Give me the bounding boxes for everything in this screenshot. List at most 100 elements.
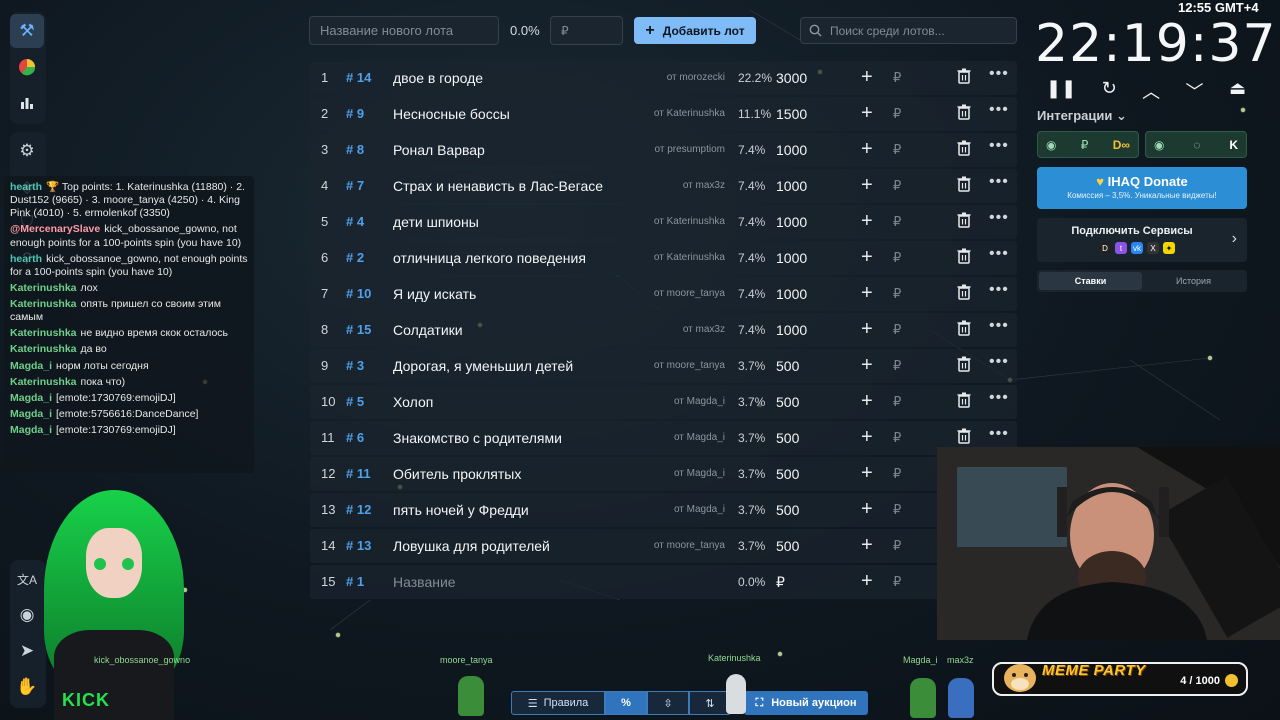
pause-icon[interactable]: ❚❚ (1046, 78, 1076, 104)
add-amount-currency[interactable]: ₽ (893, 322, 901, 338)
trash-icon[interactable] (957, 248, 971, 267)
lot-name[interactable]: Я иду искать (393, 286, 476, 302)
lot-amount[interactable]: 500 (776, 430, 799, 446)
chevron-up-icon[interactable]: ︿ (1142, 78, 1160, 104)
lot-amount[interactable]: 1000 (776, 322, 807, 338)
percent-mode-button[interactable]: % (605, 691, 647, 715)
more-options-icon[interactable]: ••• (989, 389, 1009, 407)
chat-username[interactable]: Katerinushka (10, 298, 77, 310)
chat-username[interactable]: Magda_i (10, 392, 52, 404)
add-amount-plus-icon[interactable]: + (861, 426, 873, 449)
trash-icon[interactable] (957, 140, 971, 159)
lot-amount[interactable]: 500 (776, 394, 799, 410)
more-options-icon[interactable]: ••• (989, 101, 1009, 119)
chat-username[interactable]: Katerinushka (10, 282, 77, 294)
add-amount-currency[interactable]: ₽ (893, 394, 901, 410)
add-amount-plus-icon[interactable]: + (861, 210, 873, 233)
lot-name[interactable]: отличница легкого поведения (393, 250, 586, 266)
add-amount-plus-icon[interactable]: + (861, 498, 873, 521)
chat-username[interactable]: Magda_i (10, 360, 52, 372)
lot-name[interactable]: Название (393, 574, 456, 590)
chat-username[interactable]: hearth (10, 181, 42, 193)
add-amount-plus-icon[interactable]: + (861, 174, 873, 197)
trash-icon[interactable] (957, 356, 971, 375)
more-options-icon[interactable]: ••• (989, 209, 1009, 227)
more-options-icon[interactable]: ••• (989, 245, 1009, 263)
add-amount-plus-icon[interactable]: + (861, 246, 873, 269)
add-amount-currency[interactable]: ₽ (893, 70, 901, 86)
lot-amount[interactable]: 1000 (776, 178, 807, 194)
add-amount-currency[interactable]: ₽ (893, 430, 901, 446)
add-amount-currency[interactable]: ₽ (893, 466, 901, 482)
add-amount-plus-icon[interactable]: + (861, 570, 873, 593)
chat-username[interactable]: Katerinushka (10, 343, 77, 355)
eject-icon[interactable]: ⏏ (1229, 78, 1246, 104)
add-amount-currency[interactable]: ₽ (893, 106, 901, 122)
add-amount-currency[interactable]: ₽ (893, 142, 901, 158)
integration-card-1[interactable]: ◉ ₽ D∞ (1037, 131, 1139, 158)
chat-username[interactable]: hearth (10, 253, 42, 265)
trash-icon[interactable] (957, 68, 971, 87)
trash-icon[interactable] (957, 392, 971, 411)
ihaq-donate-card[interactable]: ♥ IHAQ Donate Комиссия – 3,5%. Уникальны… (1037, 167, 1247, 209)
sort-icon[interactable]: ⇅ (689, 691, 731, 715)
integration-card-2[interactable]: ◉ ◌ K (1145, 131, 1247, 158)
add-amount-currency[interactable]: ₽ (893, 250, 901, 266)
tab-bids[interactable]: Ставки (1039, 272, 1142, 290)
add-amount-plus-icon[interactable]: + (861, 534, 873, 557)
chat-username[interactable]: Katerinushka (10, 376, 77, 388)
lot-name[interactable]: Холоп (393, 394, 433, 410)
new-lot-amount-input[interactable]: ₽ (550, 16, 623, 45)
more-options-icon[interactable]: ••• (989, 65, 1009, 83)
trash-icon[interactable] (957, 320, 971, 339)
trash-icon[interactable] (957, 284, 971, 303)
chat-username[interactable]: @MercenarySlave (10, 223, 100, 235)
lot-amount[interactable]: 1000 (776, 250, 807, 266)
add-amount-currency[interactable]: ₽ (893, 358, 901, 374)
integrations-header[interactable]: Интеграции ⌄ (1037, 108, 1127, 124)
trash-icon[interactable] (957, 428, 971, 447)
rules-button[interactable]: ☰ Правила (511, 691, 605, 715)
add-amount-plus-icon[interactable]: + (861, 102, 873, 125)
connect-services-card[interactable]: Подключить Сервисы D t vk X ✦ › (1037, 218, 1247, 262)
more-options-icon[interactable]: ••• (989, 425, 1009, 443)
lot-amount[interactable]: 1500 (776, 106, 807, 122)
lot-amount[interactable]: ₽ (776, 574, 785, 591)
add-amount-plus-icon[interactable]: + (861, 462, 873, 485)
add-amount-currency[interactable]: ₽ (893, 574, 901, 590)
chevron-down-icon[interactable]: ﹀ (1186, 78, 1204, 104)
more-options-icon[interactable]: ••• (989, 137, 1009, 155)
lot-amount[interactable]: 1000 (776, 286, 807, 302)
more-options-icon[interactable]: ••• (989, 353, 1009, 371)
lot-amount[interactable]: 500 (776, 538, 799, 554)
new-auction-button[interactable]: ⛶ Новый аукцион (744, 691, 868, 715)
lot-name[interactable]: Дорогая, я уменьшил детей (393, 358, 573, 374)
lot-amount[interactable]: 3000 (776, 70, 807, 86)
add-amount-plus-icon[interactable]: + (861, 354, 873, 377)
lot-name[interactable]: Несносные боссы (393, 106, 510, 122)
trash-icon[interactable] (957, 176, 971, 195)
lot-amount[interactable]: 500 (776, 466, 799, 482)
add-lot-button[interactable]: + Добавить лот (634, 17, 756, 44)
add-amount-plus-icon[interactable]: + (861, 66, 873, 89)
more-options-icon[interactable]: ••• (989, 281, 1009, 299)
add-amount-currency[interactable]: ₽ (893, 286, 901, 302)
add-amount-currency[interactable]: ₽ (893, 178, 901, 194)
lot-name[interactable]: двое в городе (393, 70, 483, 86)
chat-username[interactable]: Magda_i (10, 408, 52, 420)
add-amount-currency[interactable]: ₽ (893, 502, 901, 518)
lot-name[interactable]: Знакомство с родителями (393, 430, 562, 446)
lot-name[interactable]: Солдатики (393, 322, 463, 338)
auction-hammer-icon[interactable]: ⚒ (10, 14, 44, 48)
lot-name[interactable]: Ловушка для родителей (393, 538, 550, 554)
split-icon[interactable]: ⇳ (647, 691, 689, 715)
add-amount-currency[interactable]: ₽ (893, 214, 901, 230)
bar-chart-icon[interactable] (10, 86, 44, 120)
lot-name[interactable]: Ронал Варвар (393, 142, 485, 158)
lot-name[interactable]: дети шпионы (393, 214, 479, 230)
tab-history[interactable]: История (1142, 272, 1245, 290)
more-options-icon[interactable]: ••• (989, 317, 1009, 335)
add-amount-plus-icon[interactable]: + (861, 282, 873, 305)
reset-icon[interactable]: ↻ (1102, 78, 1117, 104)
lot-search-input[interactable]: Поиск среди лотов... (800, 17, 1017, 44)
